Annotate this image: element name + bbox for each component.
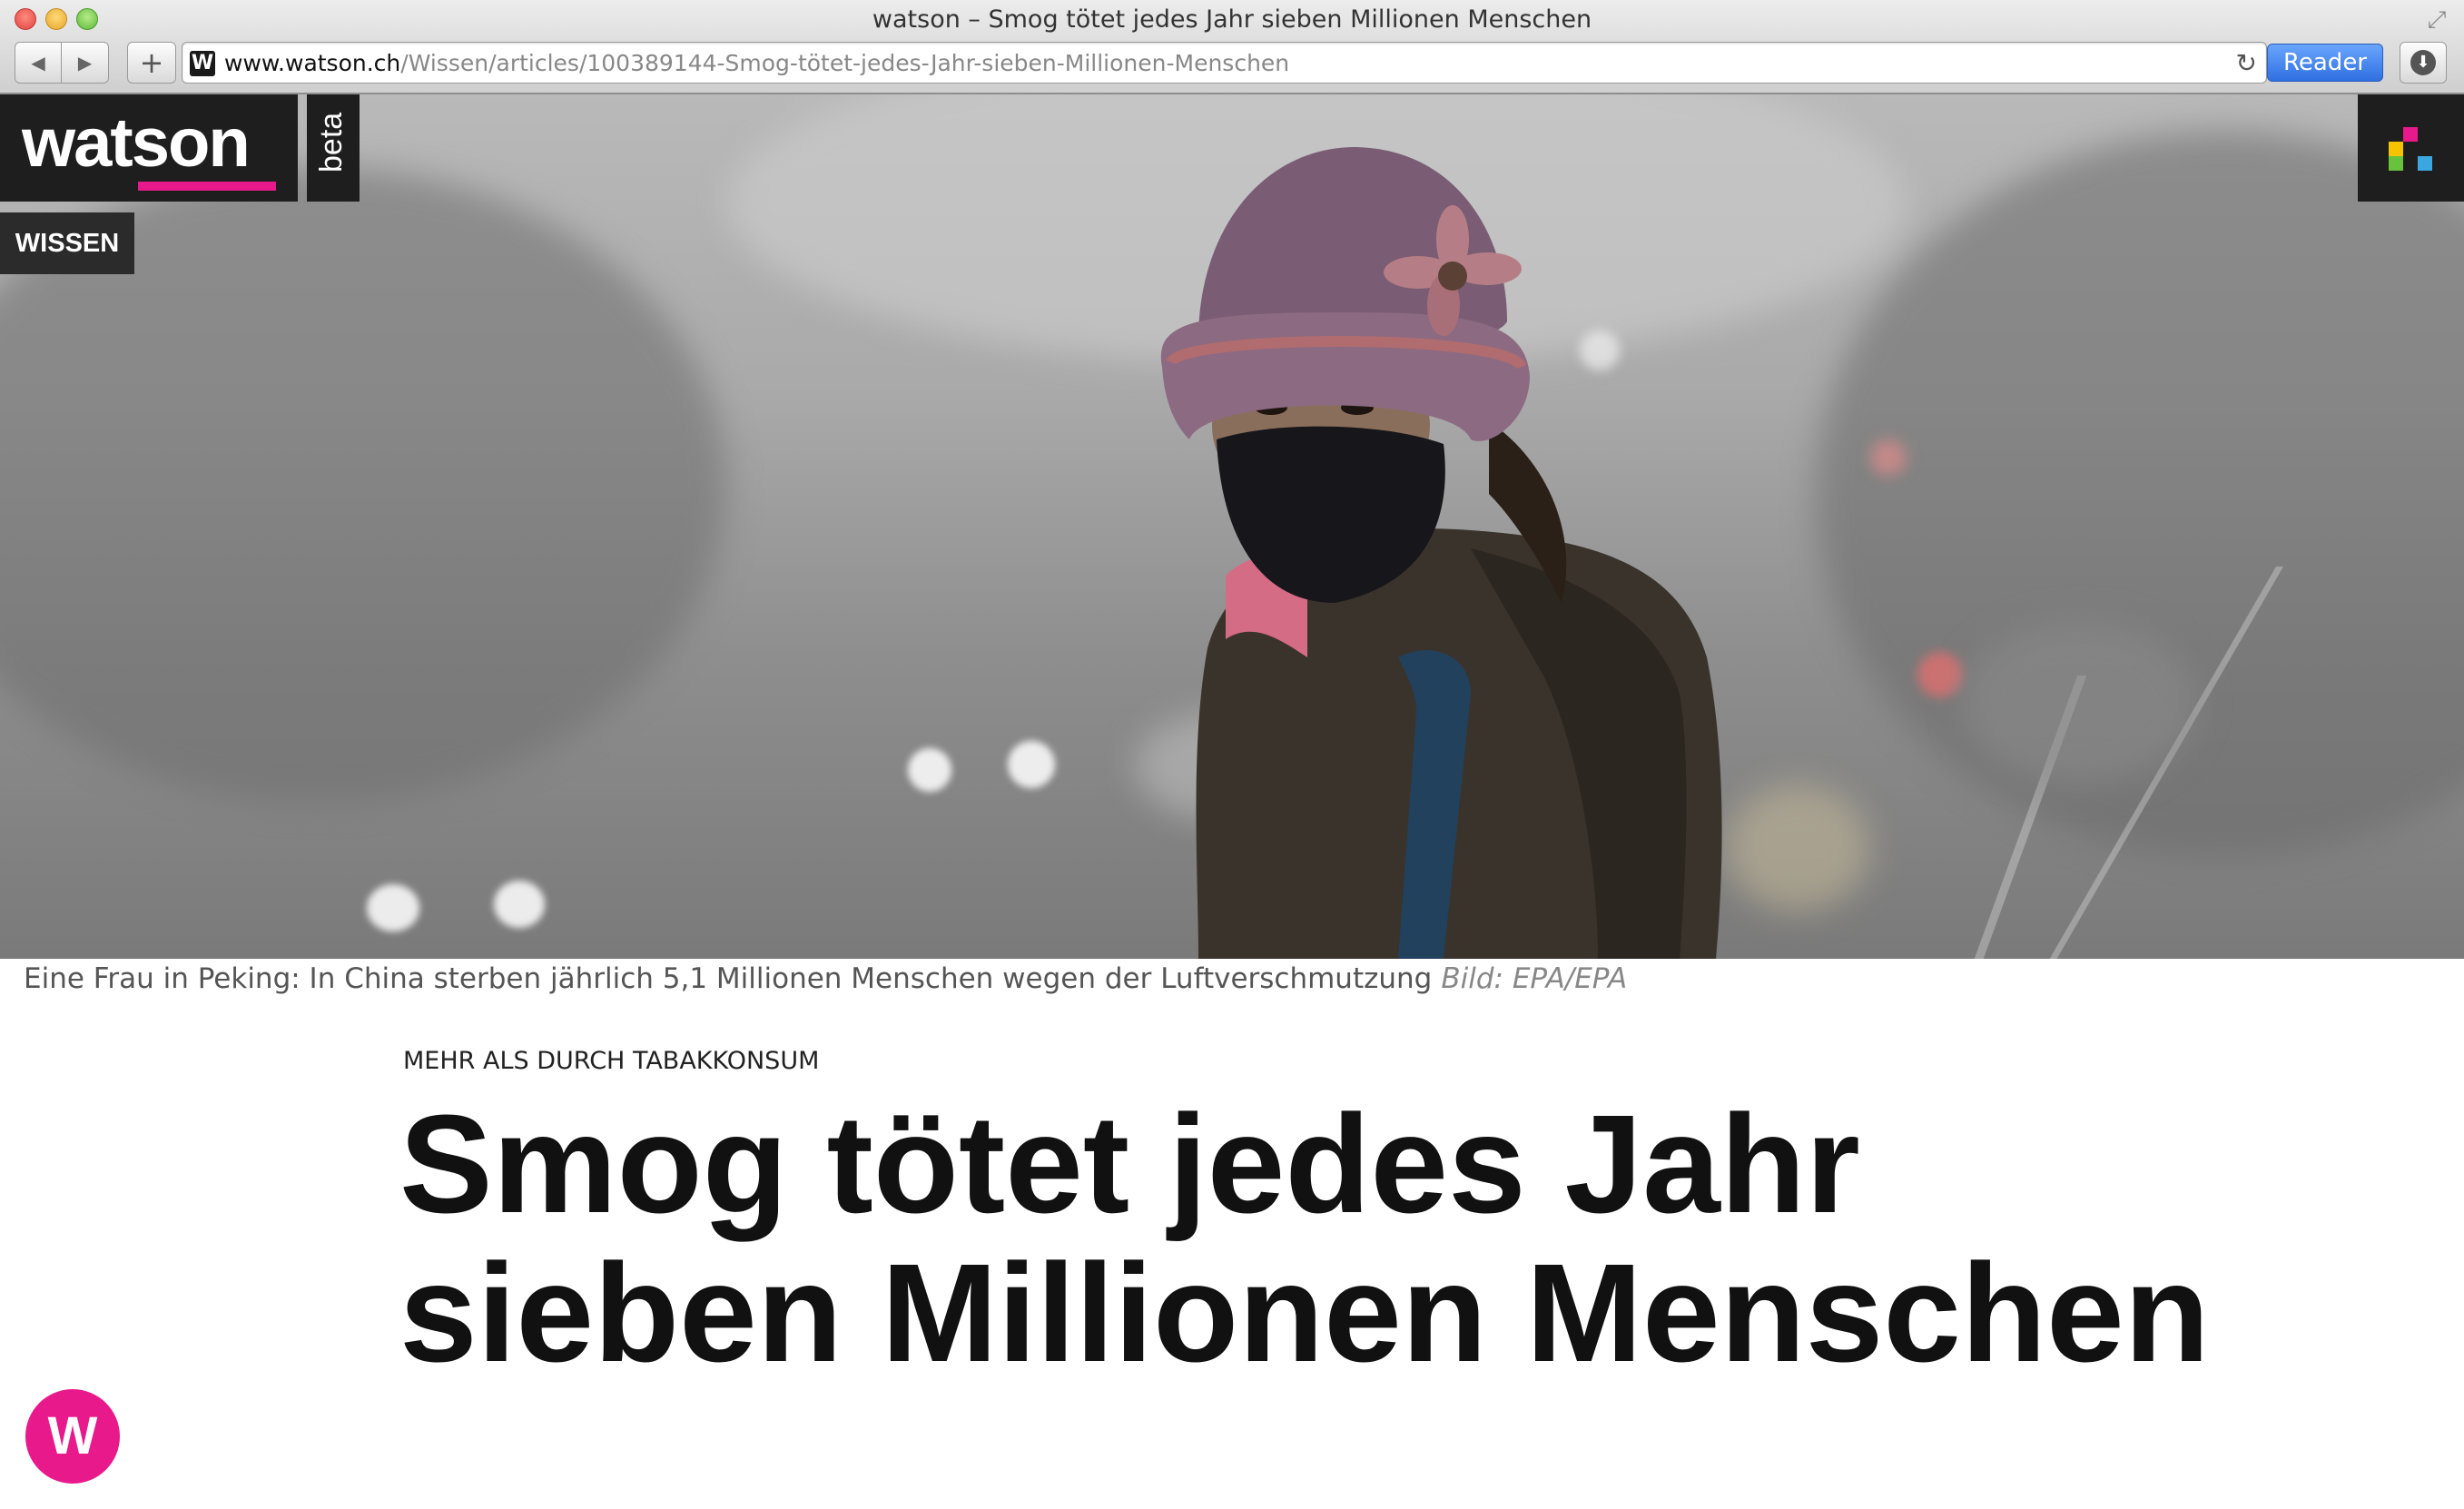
add-bookmark-button[interactable]: +: [127, 42, 176, 84]
image-caption: Eine Frau in Peking: In China sterben jä…: [24, 962, 1627, 995]
beta-badge: beta: [307, 94, 360, 202]
reader-button[interactable]: Reader: [2267, 44, 2383, 82]
fullscreen-icon[interactable]: ⤢: [2424, 7, 2449, 33]
watson-home-button[interactable]: W: [25, 1389, 120, 1484]
url-host: www.watson.ch: [224, 50, 401, 76]
menu-grid-icon-square: [2389, 156, 2403, 171]
back-button[interactable]: ◀: [15, 43, 63, 83]
downloads-button[interactable]: ⬇: [2400, 42, 2447, 84]
logo-wordmark: watson: [22, 104, 251, 182]
photo-subject: [1160, 147, 1722, 959]
menu-grid-icon-square: [2418, 156, 2432, 171]
window-title: watson – Smog tötet jedes Jahr sieben Mi…: [872, 5, 1592, 34]
section-tag-wissen[interactable]: WISSEN: [0, 212, 134, 274]
article-headline: Smog tötet jedes Jahr sieben Millionen M…: [399, 1086, 2210, 1391]
caption-credit: Bild: EPA/EPA: [1441, 962, 1628, 995]
reload-icon[interactable]: ↻: [2236, 48, 2257, 78]
menu-grid-icon: [2403, 127, 2418, 142]
menu-button[interactable]: [2358, 94, 2464, 202]
hero-image: [0, 94, 2464, 959]
url-path: /Wissen/articles/100389144-Smog-tötet-je…: [400, 50, 1290, 76]
beta-label: beta: [314, 112, 349, 173]
logo-accent-bar: [138, 182, 276, 191]
forward-arrow-icon: ▶: [77, 52, 93, 74]
article-overline: MEHR ALS DURCH TABAKKONSUM: [403, 1047, 820, 1075]
menu-grid-icon-square: [2389, 142, 2403, 156]
back-arrow-icon: ◀: [31, 52, 45, 74]
address-bar[interactable]: W www.watson.ch/Wissen/articles/10038914…: [182, 42, 2267, 84]
site-favicon: W: [190, 51, 215, 76]
site-logo[interactable]: watson: [0, 94, 298, 202]
forward-button[interactable]: ▶: [62, 43, 108, 83]
history-nav-group: ◀ ▶: [15, 42, 109, 84]
plus-icon: +: [139, 45, 164, 80]
url-field[interactable]: www.watson.ch/Wissen/articles/100389144-…: [224, 50, 1289, 76]
browser-chrome: watson – Smog tötet jedes Jahr sieben Mi…: [0, 0, 2464, 94]
caption-text: Eine Frau in Peking: In China sterben jä…: [24, 962, 1433, 995]
download-icon: ⬇: [2410, 50, 2436, 75]
